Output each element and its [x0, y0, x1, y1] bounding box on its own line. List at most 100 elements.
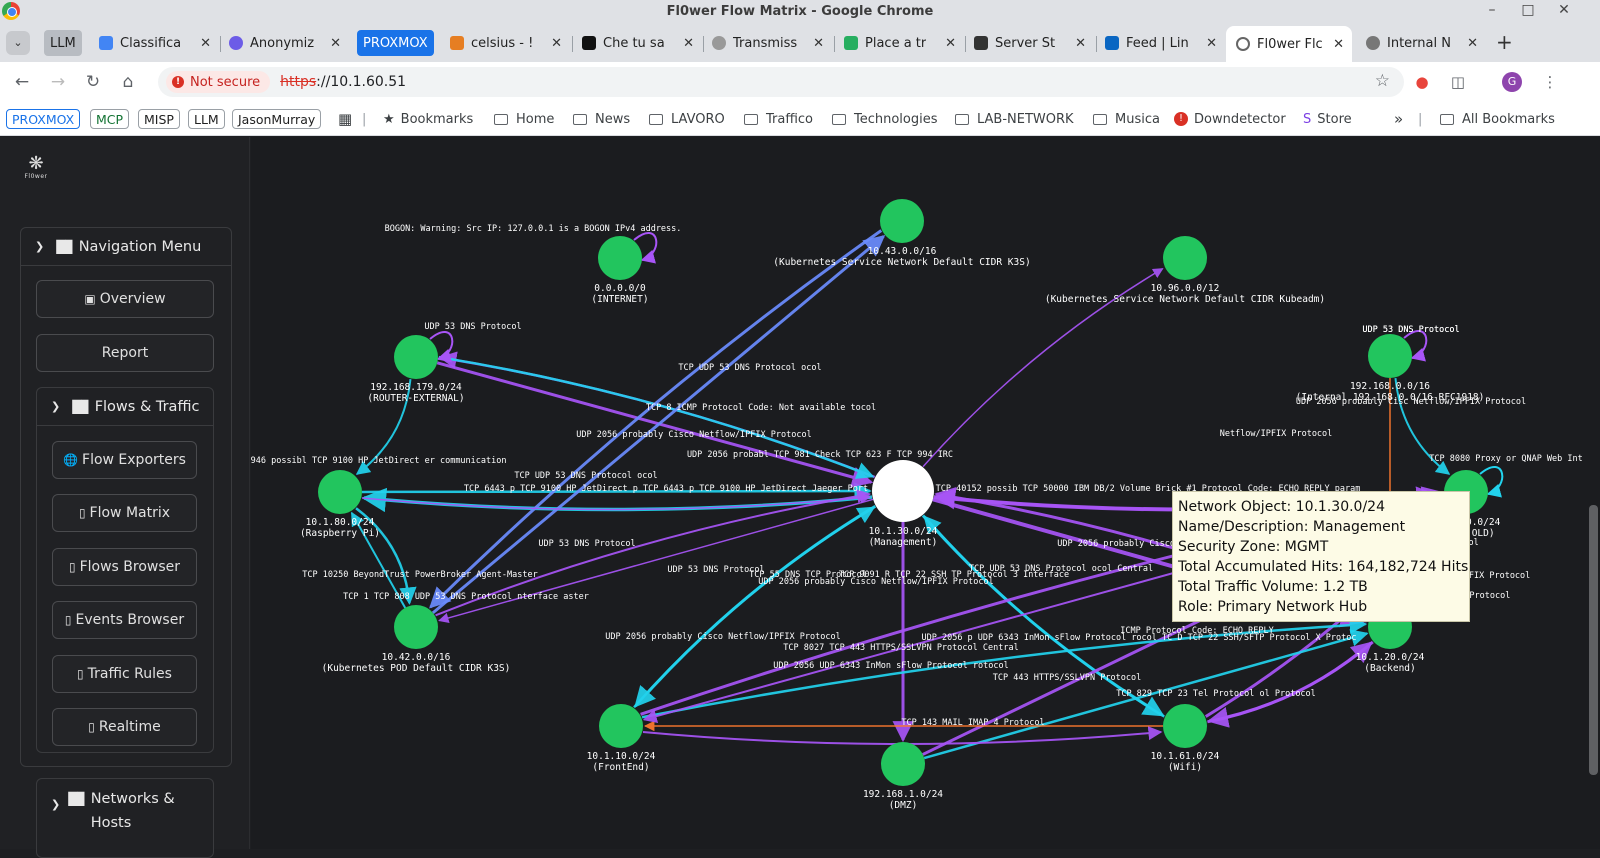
- bookmark-llm[interactable]: LLM: [188, 109, 225, 129]
- overview-button[interactable]: ▣ Overview: [36, 280, 214, 318]
- node-circle[interactable]: [394, 605, 438, 649]
- tab-anonymiz[interactable]: Anonymiz ✕: [229, 30, 345, 56]
- forward-arrow-icon[interactable]: →: [48, 72, 68, 92]
- close-tab-icon[interactable]: ✕: [200, 36, 211, 51]
- node-circle[interactable]: [1163, 704, 1207, 748]
- node-k3s[interactable]: 10.43.0.0/16(Kubernetes Service Network …: [773, 199, 1031, 268]
- close-tab-icon[interactable]: ✕: [945, 36, 956, 51]
- flow-matrix-button[interactable]: ▯ Flow Matrix: [52, 494, 197, 532]
- node-dmz[interactable]: 192.168.1.0/24(DMZ): [863, 742, 943, 811]
- node-circle[interactable]: [599, 704, 643, 748]
- tab-linkedin-feed[interactable]: Feed | Lin ✕: [1105, 30, 1221, 56]
- close-tab-icon[interactable]: ✕: [683, 36, 694, 51]
- events-browser-button[interactable]: ▯ Events Browser: [52, 601, 197, 639]
- profile-avatar[interactable]: G: [1502, 72, 1522, 92]
- graph-scrollbar[interactable]: [1589, 505, 1598, 775]
- close-tab-icon[interactable]: ✕: [1467, 36, 1478, 51]
- flow-matrix-graph[interactable]: BOGON: Warning: Src IP: 127.0.0.1 is a B…: [251, 137, 1600, 849]
- bookmark-bookmarks[interactable]: ★ Bookmarks: [383, 109, 473, 129]
- node-kubeadm[interactable]: 10.96.0.0/12(Kubernetes Service Network …: [1045, 236, 1325, 305]
- address-bar[interactable]: ! Not secure https://10.1.60.51 ☆: [158, 67, 1404, 97]
- close-tab-icon[interactable]: ✕: [551, 36, 562, 51]
- flow-exporters-button[interactable]: 🌐 Flow Exporters: [52, 441, 197, 479]
- not-secure-badge[interactable]: ! Not secure: [166, 71, 271, 93]
- node-frontend[interactable]: 10.1.10.0/24(FrontEnd): [587, 704, 656, 773]
- bookmark-proxmox[interactable]: PROXMOX: [6, 109, 81, 129]
- maximize-icon[interactable]: □: [1518, 2, 1538, 18]
- close-tab-icon[interactable]: ✕: [813, 36, 824, 51]
- internal-favicon-icon: [1366, 36, 1380, 50]
- tab-llm[interactable]: LLM: [44, 30, 82, 56]
- node-description-label: (Backend): [1364, 663, 1415, 674]
- bookmark-downdetector[interactable]: ! Downdetector: [1174, 109, 1286, 129]
- more-bookmarks-chevron-icon[interactable]: »: [1394, 109, 1403, 129]
- tab-search-chevron-icon[interactable]: ⌄: [6, 31, 30, 55]
- extension-shield-icon[interactable]: ●: [1412, 72, 1432, 92]
- report-button[interactable]: Report: [36, 334, 214, 372]
- url-text[interactable]: https://10.1.60.51: [280, 74, 406, 90]
- node-mgmt[interactable]: 10.1.30.0/24(Management): [869, 460, 938, 548]
- tab-che-tu-sa[interactable]: Che tu sa ✕: [582, 30, 698, 56]
- node-inet[interactable]: 0.0.0.0/0(INTERNET): [591, 236, 649, 305]
- close-tab-icon[interactable]: ✕: [330, 36, 341, 51]
- tab-internal-network[interactable]: Internal N ✕: [1366, 30, 1482, 56]
- node-pod[interactable]: 10.42.0.0/16(Kubernetes POD Default CIDR…: [322, 605, 511, 674]
- node-circle[interactable]: [872, 460, 934, 522]
- node-circle[interactable]: [394, 335, 438, 379]
- networks-hosts-header[interactable]: ❯ █▊ Networks & Hosts: [51, 787, 175, 835]
- chevron-down-icon: ❯: [51, 798, 61, 811]
- bookmark-star-icon[interactable]: ☆: [1375, 71, 1390, 91]
- tab-strip: ⌄ LLM Classifica ✕ Anonymiz ✕ PROXMOX cels…: [0, 22, 1600, 62]
- tab-server-status[interactable]: Server St ✕: [974, 30, 1090, 56]
- bookmark-jasonmurray[interactable]: JasonMurray: [232, 109, 322, 129]
- bookmark-folder-lavoro[interactable]: LAVORO: [649, 109, 725, 129]
- traffic-rules-button[interactable]: ▯ Traffic Rules: [52, 655, 197, 693]
- bookmark-misp[interactable]: MISP: [138, 109, 180, 129]
- tab-celsius[interactable]: celsius - ! ✕: [450, 30, 566, 56]
- close-tab-icon[interactable]: ✕: [1333, 37, 1344, 52]
- reload-icon[interactable]: ↻: [83, 72, 103, 92]
- bookmark-folder-musica[interactable]: Musica: [1093, 109, 1160, 129]
- bookmark-folder-technologies[interactable]: Technologies: [832, 109, 938, 129]
- tab-classifica[interactable]: Classifica ✕: [99, 30, 215, 56]
- realtime-button[interactable]: ▯ Realtime: [52, 708, 197, 746]
- chrome-menu-icon[interactable]: ⋮: [1540, 72, 1560, 92]
- new-tab-plus-icon[interactable]: +: [1496, 30, 1513, 54]
- apps-grid-icon[interactable]: ▦: [338, 109, 352, 129]
- fl0wer-logo[interactable]: ❋ Fl0wer: [22, 155, 50, 181]
- back-arrow-icon[interactable]: ←: [12, 72, 32, 92]
- bookmark-folder-home[interactable]: Home: [494, 109, 554, 129]
- tab-proxmox[interactable]: PROXMOX: [357, 30, 434, 56]
- close-window-icon[interactable]: ✕: [1554, 2, 1574, 18]
- bookmark-folder-traffico[interactable]: Traffico: [744, 109, 813, 129]
- home-icon[interactable]: ⌂: [118, 72, 138, 92]
- node-router[interactable]: 192.168.179.0/24(ROUTER-EXTERNAL): [367, 335, 465, 404]
- bookmark-mcp[interactable]: MCP: [90, 109, 130, 129]
- minimize-icon[interactable]: –: [1482, 2, 1502, 18]
- node-circle[interactable]: [880, 199, 924, 243]
- node-circle[interactable]: [881, 742, 925, 786]
- node-circle[interactable]: [1163, 236, 1207, 280]
- bookmark-folder-news[interactable]: News: [573, 109, 630, 129]
- classifica-favicon-icon: [99, 36, 113, 50]
- node-description-label: (Management): [869, 537, 938, 548]
- node-circle[interactable]: [1368, 334, 1412, 378]
- navigation-menu-header[interactable]: ❯ █▊ Navigation Menu: [21, 228, 231, 266]
- globe-icon: 🌐: [63, 453, 79, 467]
- flows-browser-button[interactable]: ▯ Flows Browser: [52, 548, 197, 586]
- flows-traffic-header[interactable]: ❯ █▊ Flows & Traffic: [37, 388, 213, 426]
- bookmark-folder-lab-network[interactable]: LAB-NETWORK: [955, 109, 1074, 129]
- bookmark-store[interactable]: S Store: [1303, 109, 1352, 129]
- tab-transmission[interactable]: Transmiss ✕: [712, 30, 828, 56]
- node-internal[interactable]: 192.168.0.0/16(Internal 192.168.0.0/16 R…: [1296, 334, 1485, 403]
- node-rpi[interactable]: 10.1.80.0/24(Raspberry Pi): [300, 470, 380, 539]
- tab-fl0wer-flow-matrix[interactable]: Fl0wer Flc ✕: [1226, 26, 1352, 62]
- node-circle[interactable]: [318, 470, 362, 514]
- tab-place-a-tr[interactable]: Place a tr ✕: [844, 30, 960, 56]
- node-circle[interactable]: [598, 236, 642, 280]
- extensions-puzzle-icon[interactable]: ◫: [1448, 72, 1468, 92]
- close-tab-icon[interactable]: ✕: [1075, 36, 1086, 51]
- close-tab-icon[interactable]: ✕: [1206, 36, 1217, 51]
- node-cidr-label: 10.1.10.0/24: [587, 751, 656, 762]
- bookmark-all-bookmarks[interactable]: All Bookmarks: [1440, 109, 1555, 129]
